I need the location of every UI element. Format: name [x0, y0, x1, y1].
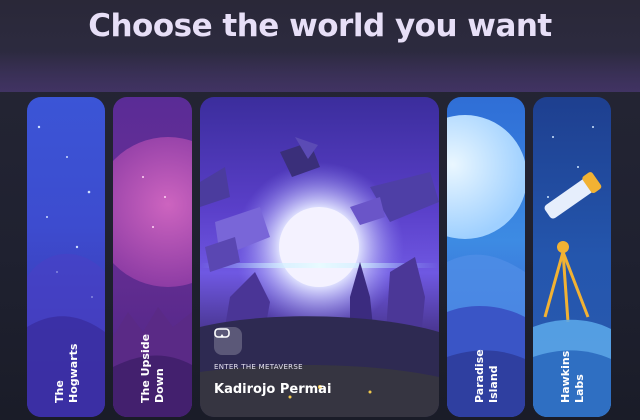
world-card-featured[interactable]: ENTER THE METAVERSE Kadirojo Permai: [200, 97, 439, 417]
world-card-label: Paradise Island: [473, 349, 500, 403]
world-card-label: Hawkins Labs: [559, 350, 586, 403]
vr-headset-icon: [214, 328, 230, 338]
featured-caption: ENTER THE METAVERSE: [214, 363, 303, 371]
page-title: Choose the world you want: [88, 8, 552, 44]
world-card-upside-down[interactable]: The Upside Down: [113, 97, 192, 417]
world-card-label: The Hogwarts: [53, 343, 80, 403]
world-card-hogwarts[interactable]: The Hogwarts: [27, 97, 105, 417]
world-card-label: The Upside Down: [139, 333, 166, 403]
vr-button[interactable]: [214, 327, 242, 355]
featured-world-name: Kadirojo Permai: [214, 382, 332, 397]
world-card-hawkins-labs[interactable]: Hawkins Labs: [533, 97, 611, 417]
world-card-paradise-island[interactable]: Paradise Island: [447, 97, 525, 417]
